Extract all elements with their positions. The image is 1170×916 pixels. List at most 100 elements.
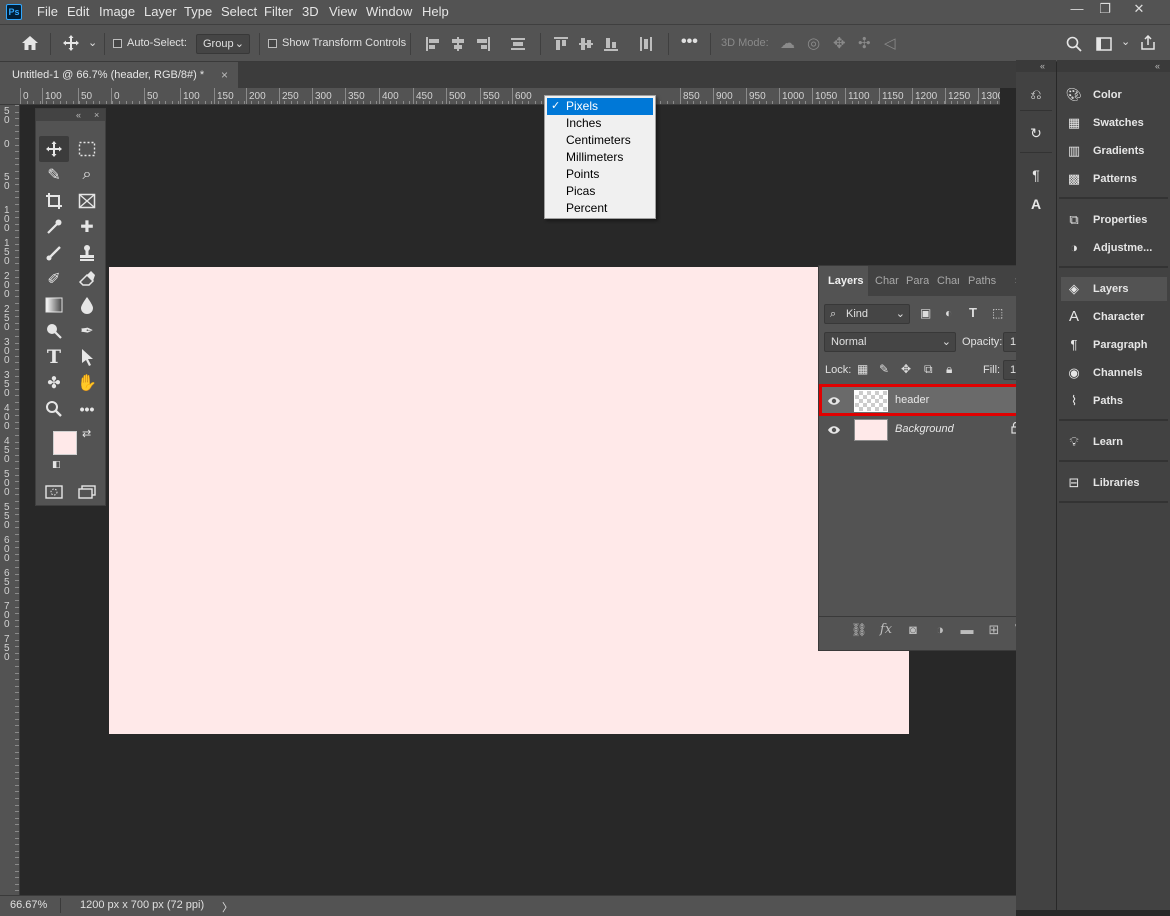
history-brush-icon[interactable]: ✐ — [39, 266, 69, 292]
align-left-icon[interactable] — [425, 36, 441, 52]
eye-icon[interactable] — [827, 423, 841, 437]
dock-paragraph[interactable]: ¶ Paragraph — [1061, 333, 1167, 357]
filter-adjustment-icon[interactable]: ◐ — [945, 306, 952, 320]
dock-layers[interactable]: ◈ Layers — [1061, 277, 1167, 301]
horizontal-ruler[interactable]: 0 100 50 0 50 100 150 200 250 300 350 400 450 500 550 6… — [0, 88, 1000, 105]
menu-window[interactable]: Window — [366, 4, 412, 19]
dock-color[interactable]: 🎨︎ Color — [1061, 83, 1167, 107]
zoom-level[interactable]: 66.67% — [10, 899, 47, 911]
status-menu-icon[interactable]: 〉 — [222, 899, 233, 915]
menu-file[interactable]: File — [37, 4, 58, 19]
align-middle-icon[interactable] — [578, 36, 594, 52]
gradient-icon[interactable] — [39, 292, 69, 318]
3d-orbit-icon[interactable]: ☁ — [780, 34, 795, 52]
minimize-button[interactable]: — — [1062, 0, 1092, 20]
dock-properties[interactable]: ⧉ Properties — [1061, 208, 1167, 232]
home-icon[interactable] — [21, 35, 39, 51]
swap-colors-icon[interactable]: ⇄ — [82, 427, 91, 440]
show-transform-checkbox[interactable] — [268, 39, 277, 48]
chevron-down-icon[interactable]: ⌄ — [88, 36, 97, 49]
filter-type-icon[interactable]: T — [969, 305, 977, 320]
new-layer-icon[interactable]: ⊞ — [985, 622, 1003, 640]
vertical-ruler[interactable]: 50 0 50 100 150 200 250 300 350 400 450 500 550 600 65… — [0, 105, 20, 895]
stamp-icon[interactable] — [72, 240, 102, 266]
lock-position-icon[interactable]: ✥ — [901, 362, 911, 376]
paragraph-styles-icon[interactable]: ¶ — [1025, 164, 1047, 186]
distribute-icon[interactable] — [510, 36, 526, 52]
lock-transparency-icon[interactable]: ▦ — [857, 362, 868, 376]
more-tools-icon[interactable]: ••• — [72, 396, 102, 422]
lock-all-icon[interactable]: 🔒︎ — [946, 362, 952, 377]
align-center-icon[interactable] — [450, 36, 466, 52]
folder-icon[interactable]: ▬ — [958, 622, 976, 640]
menu-layer[interactable]: Layer — [144, 4, 177, 19]
tab-channels[interactable]: Char — [937, 266, 959, 296]
blur-icon[interactable] — [72, 292, 102, 318]
align-top-icon[interactable] — [553, 36, 569, 52]
filter-shape-icon[interactable]: ⬚ — [992, 306, 1003, 320]
screen-mode-icon[interactable] — [72, 479, 102, 505]
dock-swatches[interactable]: ▦ Swatches — [1061, 111, 1167, 135]
dock-adjustments[interactable]: ◑ Adjustme... — [1061, 236, 1167, 260]
frame-icon[interactable] — [72, 188, 102, 214]
quick-mask-icon[interactable] — [39, 479, 69, 505]
close-icon[interactable]: × — [94, 109, 99, 121]
filter-pixel-icon[interactable]: ▣ — [920, 306, 931, 320]
menu-select[interactable]: Select — [221, 4, 257, 19]
dock-learn[interactable]: 💡︎ Learn — [1061, 430, 1167, 454]
hand-icon[interactable]: ✋ — [72, 370, 102, 396]
collapse-icon[interactable]: « — [1155, 60, 1160, 72]
tab-character[interactable]: Char — [875, 266, 899, 296]
unit-centimeters[interactable]: Centimeters — [547, 132, 653, 149]
dock-patterns[interactable]: ▩ Patterns — [1061, 167, 1167, 191]
unit-points[interactable]: Points — [547, 166, 653, 183]
layer-row-background[interactable]: Background — [821, 416, 1039, 444]
healing-icon[interactable]: ✚ — [72, 214, 102, 240]
collapse-icon[interactable]: « — [76, 109, 81, 121]
menu-image[interactable]: Image — [99, 4, 135, 19]
blend-mode-dropdown[interactable]: Normal ⌄ — [824, 332, 956, 352]
share-icon[interactable] — [1140, 35, 1156, 51]
type-icon[interactable]: T — [39, 344, 69, 370]
filter-kind-dropdown[interactable]: ⌕ Kind ⌄ — [824, 304, 910, 324]
tab-layers[interactable]: Layers — [819, 266, 868, 296]
adjustment-icon[interactable]: ◑ — [931, 622, 949, 640]
dock-wide-header[interactable]: « — [1057, 60, 1170, 72]
crop-icon[interactable] — [39, 188, 69, 214]
auto-select-dropdown[interactable]: Group ⌄ — [196, 34, 250, 54]
move-icon[interactable] — [39, 136, 69, 162]
3d-camera-icon[interactable]: ◁ — [884, 34, 896, 52]
dock-libraries[interactable]: ⊟ Libraries — [1061, 471, 1167, 495]
lock-pixels-icon[interactable]: ✎ — [879, 362, 889, 376]
character-styles-icon[interactable]: A — [1025, 193, 1047, 215]
lasso-icon[interactable]: ✎ — [39, 162, 69, 188]
unit-inches[interactable]: Inches — [547, 115, 653, 132]
chevron-down-icon[interactable]: ⌄ — [1121, 35, 1130, 48]
restore-button[interactable]: ❐ — [1090, 0, 1120, 20]
tools-panel-header[interactable]: « × — [36, 109, 105, 121]
eyedropper-icon[interactable] — [39, 214, 69, 240]
quick-select-icon[interactable]: ⌕ — [72, 162, 102, 188]
foreground-color-swatch[interactable] — [53, 431, 77, 455]
menu-help[interactable]: Help — [422, 4, 449, 19]
mask-icon[interactable]: ◙ — [904, 622, 922, 640]
tab-paths[interactable]: Paths — [968, 266, 998, 296]
more-options-icon[interactable]: ••• — [681, 33, 698, 51]
link-icon[interactable]: ⛓ — [850, 622, 868, 640]
history-panel-icon[interactable]: ⎌ — [1025, 83, 1047, 105]
menu-type[interactable]: Type — [184, 4, 212, 19]
tab-paragraph[interactable]: Para — [906, 266, 929, 296]
pen-icon[interactable]: ✒ — [72, 318, 102, 344]
marquee-icon[interactable] — [72, 136, 102, 162]
move-tool-preset-icon[interactable] — [62, 34, 80, 52]
shape-icon[interactable]: ✤ — [39, 370, 69, 396]
close-tab-icon[interactable]: × — [221, 62, 228, 88]
actions-panel-icon[interactable]: ↻ — [1025, 122, 1047, 144]
unit-picas[interactable]: Picas — [547, 183, 653, 200]
close-window-button[interactable]: ✕ — [1124, 0, 1154, 20]
eraser-icon[interactable] — [72, 266, 102, 292]
3d-pan-icon[interactable]: ✥ — [833, 34, 846, 52]
brush-icon[interactable] — [39, 240, 69, 266]
align-right-icon[interactable] — [475, 36, 491, 52]
fx-icon[interactable]: fx — [877, 622, 895, 640]
